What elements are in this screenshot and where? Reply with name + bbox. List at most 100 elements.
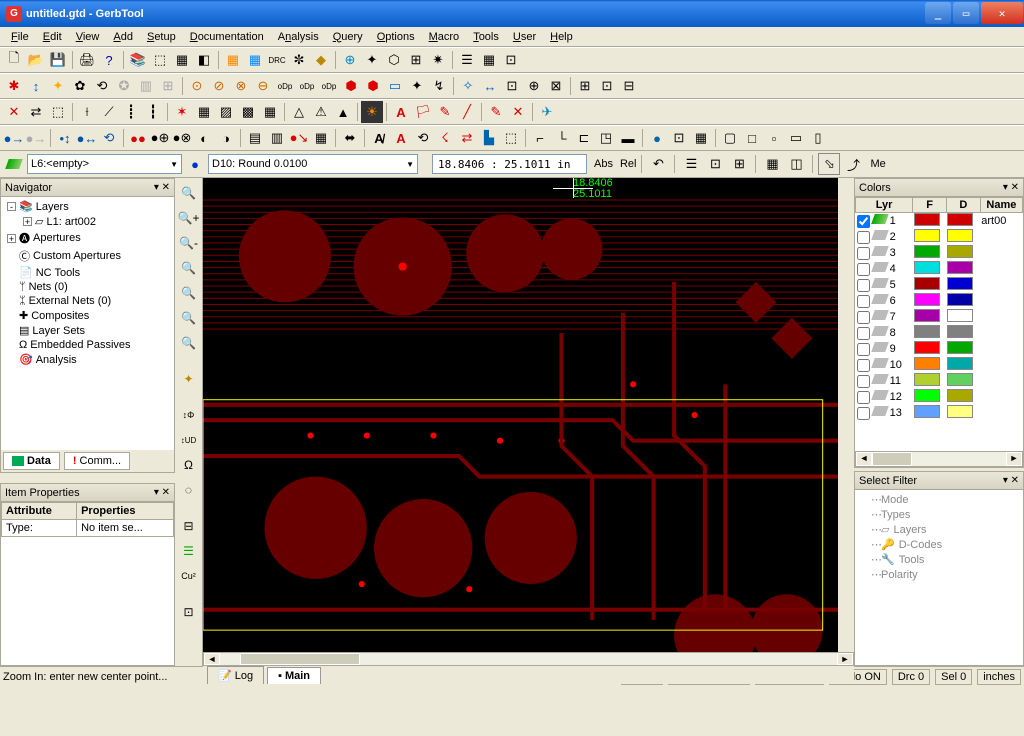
tool-icon[interactable]: ●→ <box>3 127 25 149</box>
filter-item[interactable]: ⋯🔧Tools <box>857 552 1021 567</box>
colors-table[interactable]: LyrFDName 1art00 2 3 4 5 6 7 8 9 10 11 1… <box>855 197 1023 421</box>
tool-icon[interactable]: ⚠ <box>310 101 332 123</box>
maximize-button[interactable]: ▭ <box>953 2 979 24</box>
menu-view[interactable]: View <box>69 29 107 45</box>
tool-icon[interactable]: ◧ <box>193 49 215 71</box>
tool-icon[interactable]: A <box>390 127 412 149</box>
menu-doc[interactable]: Documentation <box>183 29 271 45</box>
tool-icon[interactable]: ⊡ <box>500 49 522 71</box>
tool-icon[interactable]: △ <box>288 101 310 123</box>
zoom-icon[interactable]: 🔍 <box>178 282 200 304</box>
tool-icon[interactable]: ✕ <box>3 101 25 123</box>
close-icon[interactable]: ▾ ✕ <box>1003 475 1019 486</box>
tree-item[interactable]: ▤Layer Sets <box>3 323 172 338</box>
color-row[interactable]: 4 <box>856 261 1023 277</box>
tool-icon[interactable]: ▲ <box>332 101 354 123</box>
color-row[interactable]: 9 <box>856 341 1023 357</box>
tool-icon[interactable]: ▦ <box>259 101 281 123</box>
tool-icon[interactable]: ✶ <box>171 101 193 123</box>
menu-edit[interactable]: Edit <box>36 29 69 45</box>
tool-icon[interactable]: ▩ <box>237 101 259 123</box>
tool-icon[interactable]: ⟲ <box>98 127 120 149</box>
drc-icon[interactable]: DRC <box>266 49 288 71</box>
tool-icon[interactable]: ⬡ <box>383 49 405 71</box>
tool-icon[interactable]: ╱ <box>456 101 478 123</box>
menu-user[interactable]: User <box>506 29 543 45</box>
tool-icon[interactable]: ✦ <box>47 75 69 97</box>
help-icon[interactable]: ? <box>98 49 120 71</box>
tool-icon[interactable]: ⟲ <box>412 127 434 149</box>
tool-icon[interactable]: ↔ <box>479 75 501 97</box>
tool-icon[interactable]: ⊞ <box>574 75 596 97</box>
color-row[interactable]: 7 <box>856 309 1023 325</box>
print-icon[interactable]: 🖨 <box>76 49 98 71</box>
tool-icon[interactable]: ▙ <box>478 127 500 149</box>
tool-icon[interactable]: ✷ <box>427 49 449 71</box>
color-row[interactable]: 2 <box>856 229 1023 245</box>
close-icon[interactable]: ▾ ✕ <box>154 487 170 498</box>
tool-icon[interactable]: ⇄ <box>456 127 478 149</box>
menu-add[interactable]: Add <box>106 29 140 45</box>
select-filter-body[interactable]: ⋯Mode⋯Types⋯▱Layers⋯🔑D-Codes⋯🔧Tools⋯Pola… <box>855 490 1023 665</box>
color-row[interactable]: 3 <box>856 245 1023 261</box>
tool-icon[interactable]: ✎ <box>485 101 507 123</box>
tool-icon[interactable]: ⬚ <box>500 127 522 149</box>
pin-icon[interactable]: ▾ ✕ <box>154 182 170 193</box>
zoom-icon[interactable]: 🔍 <box>178 332 200 354</box>
tab-main[interactable]: ▪ Main <box>267 667 321 684</box>
tool-icon[interactable]: ⬚ <box>149 49 171 71</box>
pcb-canvas[interactable]: 18.840625.1011 <box>203 178 838 652</box>
tool-icon[interactable]: ⟊ <box>76 101 98 123</box>
tree-item[interactable]: ⒸCustom Apertures <box>3 247 172 265</box>
aperture-select[interactable]: D10: Round 0.0100▼ <box>208 154 418 174</box>
color-row[interactable]: 12 <box>856 389 1023 405</box>
tool-icon[interactable]: 🏳 <box>412 101 434 123</box>
grid-icon[interactable]: ▦ <box>761 153 783 175</box>
tool-icon[interactable]: ⬌ <box>339 127 361 149</box>
tool-icon[interactable]: ⇄ <box>25 101 47 123</box>
tool-icon[interactable]: ↯ <box>428 75 450 97</box>
tool-icon[interactable]: ⊘ <box>208 75 230 97</box>
tool-icon[interactable]: □ <box>741 127 763 149</box>
tool-icon[interactable]: ⊞ <box>157 75 179 97</box>
tool-icon[interactable]: 📚 <box>127 49 149 71</box>
tool-icon[interactable]: ▨ <box>215 101 237 123</box>
color-row[interactable]: 5 <box>856 277 1023 293</box>
zoom-out-icon[interactable]: 🔍- <box>178 232 200 254</box>
tree-item[interactable]: ✚Composites <box>3 308 172 323</box>
tree-item[interactable]: +🅐Apertures <box>3 229 172 247</box>
abs-label[interactable]: Abs <box>589 158 618 170</box>
menu-setup[interactable]: Setup <box>140 29 183 45</box>
tool-icon[interactable]: ◑ <box>215 127 237 149</box>
tool-icon[interactable]: ▫ <box>763 127 785 149</box>
zoom-in-icon[interactable]: 🔍+ <box>178 207 200 229</box>
tree-item[interactable]: -📚Layers <box>3 199 172 214</box>
tool-icon[interactable]: ⊞ <box>728 153 750 175</box>
tool-icon[interactable]: ▭ <box>785 127 807 149</box>
tool-icon[interactable]: ⌐ <box>529 127 551 149</box>
tool-icon[interactable]: ↶ <box>647 153 669 175</box>
menu-analysis[interactable]: Analysis <box>271 29 326 45</box>
tool-icon[interactable]: ● <box>646 127 668 149</box>
new-icon[interactable]: 🗋 <box>3 49 25 71</box>
tool-icon[interactable]: ↕UD <box>178 429 200 451</box>
color-row[interactable]: 8 <box>856 325 1023 341</box>
tool-icon[interactable]: ●⊕ <box>149 127 171 149</box>
tool-icon[interactable]: ▯ <box>807 127 829 149</box>
tab-data[interactable]: Data <box>3 452 60 470</box>
tool-icon[interactable]: oDp <box>318 75 340 97</box>
menu-file[interactable]: File <box>4 29 36 45</box>
save-icon[interactable]: 💾 <box>47 49 69 71</box>
col-properties[interactable]: Properties <box>77 503 174 520</box>
navigator-tree[interactable]: -📚Layers+▱L1: art002+🅐AperturesⒸCustom A… <box>1 197 174 450</box>
tool-icon[interactable]: ▥ <box>266 127 288 149</box>
tree-item[interactable]: ΩEmbedded Passives <box>3 338 172 352</box>
tool-icon[interactable]: ✎ <box>434 101 456 123</box>
tool-icon[interactable]: ⊕ <box>339 49 361 71</box>
tree-item[interactable]: 📄NC Tools <box>3 265 172 280</box>
tool-icon[interactable]: ✿ <box>69 75 91 97</box>
zoom-fit-icon[interactable]: 🔍 <box>178 182 200 204</box>
scrollbar-vertical[interactable] <box>838 178 854 652</box>
color-row[interactable]: 1art00 <box>856 213 1023 230</box>
layer-icon[interactable] <box>3 153 25 175</box>
